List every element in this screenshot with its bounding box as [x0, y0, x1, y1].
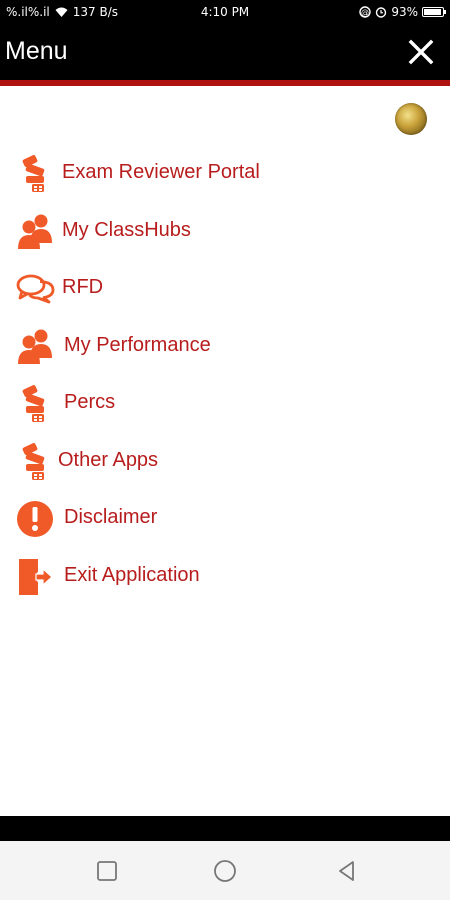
menu-item-my-performance[interactable]: My Performance — [0, 318, 450, 376]
menu-item-label: Exam Reviewer Portal — [62, 161, 260, 183]
menu-item-label: Other Apps — [58, 448, 159, 471]
sync-icon: @ — [359, 6, 372, 18]
menu-item-label: My ClassHubs — [62, 218, 191, 241]
menu-item-label: Percs — [64, 391, 116, 413]
battery-icon — [422, 7, 446, 17]
book-stack-icon — [22, 385, 45, 422]
menu-item-disclaimer[interactable]: Disclaimer — [0, 490, 450, 548]
battery-percent: 93% — [391, 5, 418, 19]
exclamation-icon — [17, 501, 53, 537]
alarm-icon — [376, 7, 387, 18]
bottom-bar — [0, 816, 450, 841]
chat-bubbles-icon — [16, 274, 55, 304]
avatar[interactable] — [395, 103, 427, 135]
menu-item-label: RFD — [62, 276, 104, 298]
people-icon — [18, 214, 52, 249]
book-stack-icon — [22, 155, 45, 192]
menu-item-rfd[interactable]: RFD — [0, 260, 450, 318]
menu-item-percs[interactable]: Percs — [0, 375, 450, 433]
status-right: @ 93% — [359, 5, 446, 19]
menu-item-exam-reviewer-portal[interactable]: Exam Reviewer Portal — [0, 145, 450, 203]
menu-item-label: Exit Application — [64, 563, 200, 586]
system-nav-bar — [0, 841, 450, 900]
recents-icon[interactable] — [94, 858, 120, 884]
menu-item-other-apps[interactable]: Other Apps — [0, 433, 450, 491]
app-header: Menu — [0, 25, 450, 80]
close-icon[interactable] — [406, 37, 436, 67]
people-icon — [18, 329, 52, 364]
status-bar: %.il%.il 137 B/s 4:10 PM @ 93% — [0, 0, 450, 25]
header-divider — [0, 80, 450, 86]
menu-item-my-classhubs[interactable]: My ClassHubs — [0, 203, 450, 261]
book-stack-icon — [22, 442, 45, 480]
back-icon[interactable] — [334, 858, 360, 884]
menu-item-label: Disclaimer — [64, 506, 158, 528]
menu-list: Exam Reviewer Portal My ClassHubs RFD My… — [0, 145, 450, 605]
exit-icon — [19, 558, 53, 595]
svg-text:@: @ — [361, 8, 369, 17]
battery-fill — [424, 9, 441, 15]
home-icon[interactable] — [212, 858, 238, 884]
menu-item-exit-application[interactable]: Exit Application — [0, 548, 450, 606]
page-title: Menu — [5, 37, 68, 65]
menu-item-label: My Performance — [64, 333, 211, 356]
